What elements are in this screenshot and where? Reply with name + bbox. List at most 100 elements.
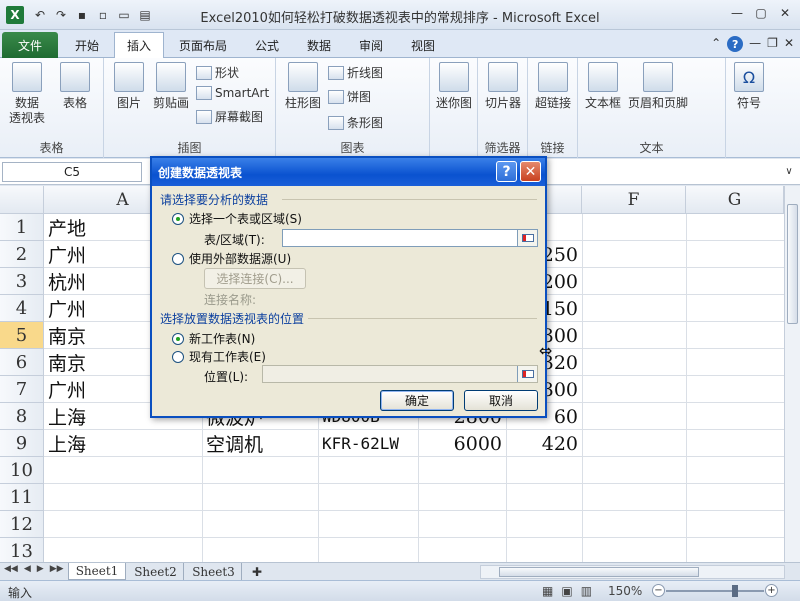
zoom-level[interactable]: 150% (608, 584, 642, 598)
screenshot-button[interactable]: 屏幕截图 (196, 108, 263, 125)
row-header-1[interactable]: 1 (0, 214, 44, 241)
column-header-f[interactable]: F (582, 186, 686, 214)
line-chart-button[interactable]: 折线图 (328, 64, 383, 81)
zoom-out-icon[interactable]: − (652, 584, 665, 597)
sheet-tab-sheet1[interactable]: Sheet1 (68, 563, 126, 580)
smartart-button[interactable]: SmartArt (196, 86, 269, 100)
row-header-12[interactable]: 12 (0, 511, 44, 538)
zoom-knob[interactable] (732, 585, 738, 597)
row-header-13[interactable]: 13 (0, 538, 44, 562)
option-new-worksheet[interactable]: 新工作表(N) (172, 330, 255, 347)
row-header-2[interactable]: 2 (0, 241, 44, 268)
new-file-icon[interactable]: ▫ (95, 8, 111, 22)
row-header-10[interactable]: 10 (0, 457, 44, 484)
radio-external-source[interactable] (172, 252, 184, 265)
zoom-slider[interactable]: − + (652, 584, 778, 598)
doc-close-icon[interactable]: ✕ (784, 36, 794, 52)
range-input[interactable] (282, 229, 538, 247)
option-select-range[interactable]: 选择一个表或区域(S) (172, 210, 302, 227)
dialog-close-button[interactable]: ✕ (520, 161, 541, 182)
textbox-button[interactable]: 文本框 (580, 62, 626, 111)
pivot-table-button[interactable]: 数据 透视表 (4, 62, 50, 126)
option-existing-worksheet[interactable]: 现有工作表(E) (172, 348, 266, 365)
page-layout-view-icon[interactable]: ▣ (561, 584, 572, 598)
row-header-4[interactable]: 4 (0, 295, 44, 322)
cancel-button[interactable]: 取消 (464, 390, 538, 411)
radio-existing-worksheet[interactable] (172, 350, 184, 363)
zoom-in-icon[interactable]: + (765, 584, 778, 597)
row-header-6[interactable]: 6 (0, 349, 44, 376)
save-icon[interactable]: ▪ (74, 8, 90, 22)
header-footer-button[interactable]: 页眉和页脚 (626, 62, 690, 111)
tab-home[interactable]: 开始 (62, 32, 112, 58)
minimize-button[interactable]: — (726, 4, 748, 22)
location-collapse-icon[interactable] (517, 366, 537, 382)
page-break-view-icon[interactable]: ▥ (581, 584, 592, 598)
row-header-8[interactable]: 8 (0, 403, 44, 430)
doc-restore-icon[interactable]: ❐ (767, 36, 778, 52)
normal-view-icon[interactable]: ▦ (542, 584, 553, 598)
table-button[interactable]: 表格 (52, 62, 98, 111)
range-collapse-icon[interactable] (517, 230, 537, 246)
tab-insert[interactable]: 插入 (114, 32, 164, 58)
first-sheet-icon[interactable]: ◀◀ (4, 564, 18, 574)
tab-page-layout[interactable]: 页面布局 (168, 32, 238, 58)
cell-d9[interactable]: 6000 (418, 430, 506, 457)
name-box[interactable]: C5 (2, 162, 142, 182)
cell-b9[interactable]: 空调机 (202, 430, 318, 457)
row-header-7[interactable]: 7 (0, 376, 44, 403)
tab-file[interactable]: 文件 (2, 32, 58, 58)
sheet-tab-sheet2[interactable]: Sheet2 (128, 563, 184, 580)
redo-icon[interactable]: ↷ (53, 8, 69, 22)
pie-chart-button[interactable]: 饼图 (328, 88, 371, 105)
row-header-11[interactable]: 11 (0, 484, 44, 511)
choose-connection-button[interactable]: 选择连接(C)... (204, 268, 306, 289)
tab-review[interactable]: 审阅 (348, 32, 394, 58)
option-external-source[interactable]: 使用外部数据源(U) (172, 250, 291, 267)
maximize-button[interactable]: ▢ (750, 4, 772, 22)
next-sheet-icon[interactable]: ▶ (37, 564, 44, 574)
customize-qat-icon[interactable]: ▤ (137, 8, 153, 22)
prev-sheet-icon[interactable]: ◀ (24, 564, 31, 574)
ok-button[interactable]: 确定 (380, 390, 454, 411)
select-all-corner[interactable] (0, 186, 44, 214)
tab-formulas[interactable]: 公式 (244, 32, 290, 58)
row-header-5[interactable]: 5 (0, 322, 44, 349)
cell-a9[interactable]: 上海 (44, 430, 202, 457)
insert-sheet-icon[interactable]: ✚ (244, 563, 270, 580)
slicer-button[interactable]: 切片器 (480, 62, 526, 111)
bar-chart-button[interactable]: 条形图 (328, 114, 383, 131)
dialog-title-bar[interactable]: 创建数据透视表 (152, 158, 545, 186)
row-header-9[interactable]: 9 (0, 430, 44, 457)
sparkline-button[interactable]: 迷你图 (431, 62, 477, 111)
excel-app-icon[interactable]: X (6, 5, 24, 24)
symbol-button[interactable]: Ω 符号 (726, 62, 772, 111)
last-sheet-icon[interactable]: ▶▶ (50, 564, 64, 574)
tab-view[interactable]: 视图 (400, 32, 446, 58)
radio-new-worksheet[interactable] (172, 332, 184, 345)
cell-c9[interactable]: KFR-62LW (318, 430, 418, 457)
help-icon[interactable]: ? (727, 36, 744, 52)
clipart-button[interactable]: 剪贴画 (148, 62, 194, 111)
column-header-g[interactable]: G (686, 186, 784, 214)
expand-formula-bar-icon[interactable]: ∨ (782, 163, 796, 179)
column-chart-button[interactable]: 柱形图 (280, 62, 326, 111)
vertical-scroll-thumb[interactable] (787, 204, 798, 324)
shapes-button[interactable]: 形状 (196, 64, 239, 81)
location-input[interactable] (262, 365, 538, 383)
tab-data[interactable]: 数据 (296, 32, 342, 58)
open-folder-icon[interactable]: ▭ (116, 8, 132, 22)
undo-icon[interactable]: ↶ (32, 8, 48, 22)
sheet-tab-sheet3[interactable]: Sheet3 (186, 563, 242, 580)
radio-select-range[interactable] (172, 212, 184, 225)
vertical-scrollbar[interactable] (784, 186, 800, 562)
row-header-3[interactable]: 3 (0, 268, 44, 295)
doc-minimize-icon[interactable]: — (749, 36, 761, 52)
dialog-help-button[interactable]: ? (496, 161, 517, 182)
picture-button[interactable]: 图片 (106, 62, 152, 111)
collapse-ribbon-icon[interactable]: ⌃ (711, 36, 721, 52)
horizontal-scrollbar[interactable] (480, 565, 785, 579)
cell-e9[interactable]: 420 (506, 430, 582, 457)
horizontal-scroll-thumb[interactable] (499, 567, 699, 577)
close-window-button[interactable]: ✕ (774, 4, 796, 22)
